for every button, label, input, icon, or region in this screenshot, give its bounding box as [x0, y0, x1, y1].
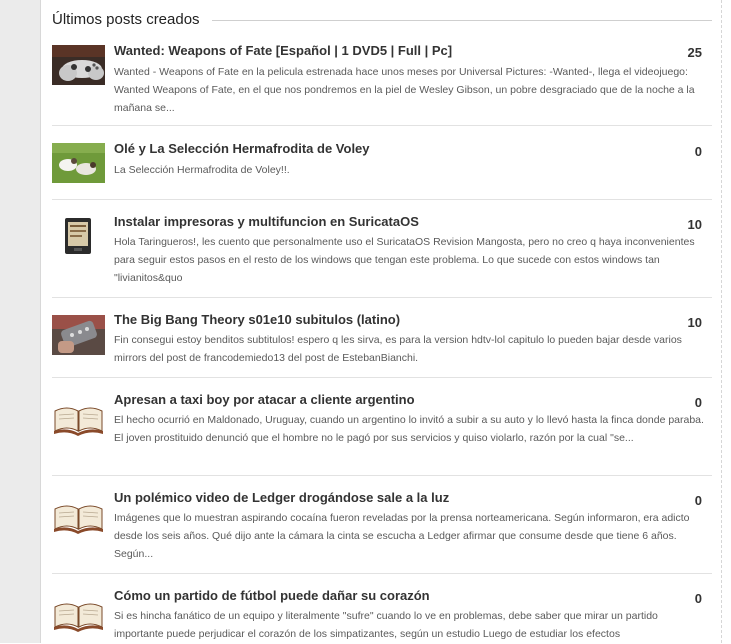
post-title-link[interactable]: Instalar impresoras y multifuncion en Su… [114, 214, 674, 229]
post-item: Cómo un partido de fútbol puede dañar su… [52, 574, 712, 644]
post-item: Olé y La Selección Hermafrodita de Voley… [52, 126, 712, 200]
post-excerpt: Fin consegui estoy benditos subtitulos! … [114, 334, 682, 364]
post-title-link[interactable]: Olé y La Selección Hermafrodita de Voley [114, 141, 674, 156]
post-excerpt: La Selección Hermafrodita de Voley!!. [114, 164, 290, 176]
post-item: Un polémico video de Ledger drogándose s… [52, 476, 712, 574]
post-title-link[interactable]: Wanted: Weapons of Fate [Español | 1 DVD… [114, 43, 674, 58]
post-title-link[interactable]: Cómo un partido de fútbol puede dañar su… [114, 588, 674, 603]
post-item: Wanted: Weapons of Fate [Español | 1 DVD… [52, 40, 712, 126]
section-header: Últimos posts creados [52, 8, 712, 30]
post-points-count: 0 [694, 493, 702, 508]
post-title-link[interactable]: The Big Bang Theory s01e10 subitulos (la… [114, 312, 674, 327]
post-title-link[interactable]: Un polémico video de Ledger drogándose s… [114, 490, 674, 505]
open-book-thumbnail[interactable] [52, 397, 105, 437]
posts-list: Wanted: Weapons of Fate [Español | 1 DVD… [52, 40, 712, 644]
open-book-thumbnail[interactable] [52, 495, 105, 535]
gamepad-thumbnail[interactable] [52, 45, 105, 85]
ebook-reader-thumbnail[interactable] [52, 216, 105, 256]
post-title-link[interactable]: Apresan a taxi boy por atacar a cliente … [114, 392, 674, 407]
post-points-count: 10 [687, 315, 702, 330]
open-book-thumbnail[interactable] [52, 593, 105, 633]
header-divider [211, 19, 712, 21]
post-item: Apresan a taxi boy por atacar a cliente … [52, 378, 712, 476]
post-points-count: 10 [687, 217, 702, 232]
post-points-count: 0 [694, 395, 702, 410]
column-divider [721, 0, 722, 643]
post-item: Instalar impresoras y multifuncion en Su… [52, 200, 712, 298]
post-excerpt: El hecho ocurrió en Maldonado, Uruguay, … [114, 414, 704, 444]
post-item: The Big Bang Theory s01e10 subitulos (la… [52, 298, 712, 378]
remote-control-thumbnail[interactable] [52, 315, 105, 355]
section-title: Últimos posts creados [52, 10, 200, 28]
post-points-count: 25 [687, 45, 702, 60]
post-excerpt: Wanted - Weapons of Fate en la pelicula … [114, 66, 695, 114]
post-points-count: 0 [694, 591, 702, 606]
post-points-count: 0 [694, 144, 702, 159]
post-excerpt: Hola Taringueros!, les cuento que person… [114, 236, 695, 284]
post-excerpt: Si es hincha fanático de un equipo y lit… [114, 610, 658, 640]
animals-on-grass-thumbnail[interactable] [52, 143, 105, 183]
post-excerpt: Imágenes que lo muestran aspirando cocaí… [114, 512, 690, 560]
left-sidebar-background [0, 0, 41, 643]
